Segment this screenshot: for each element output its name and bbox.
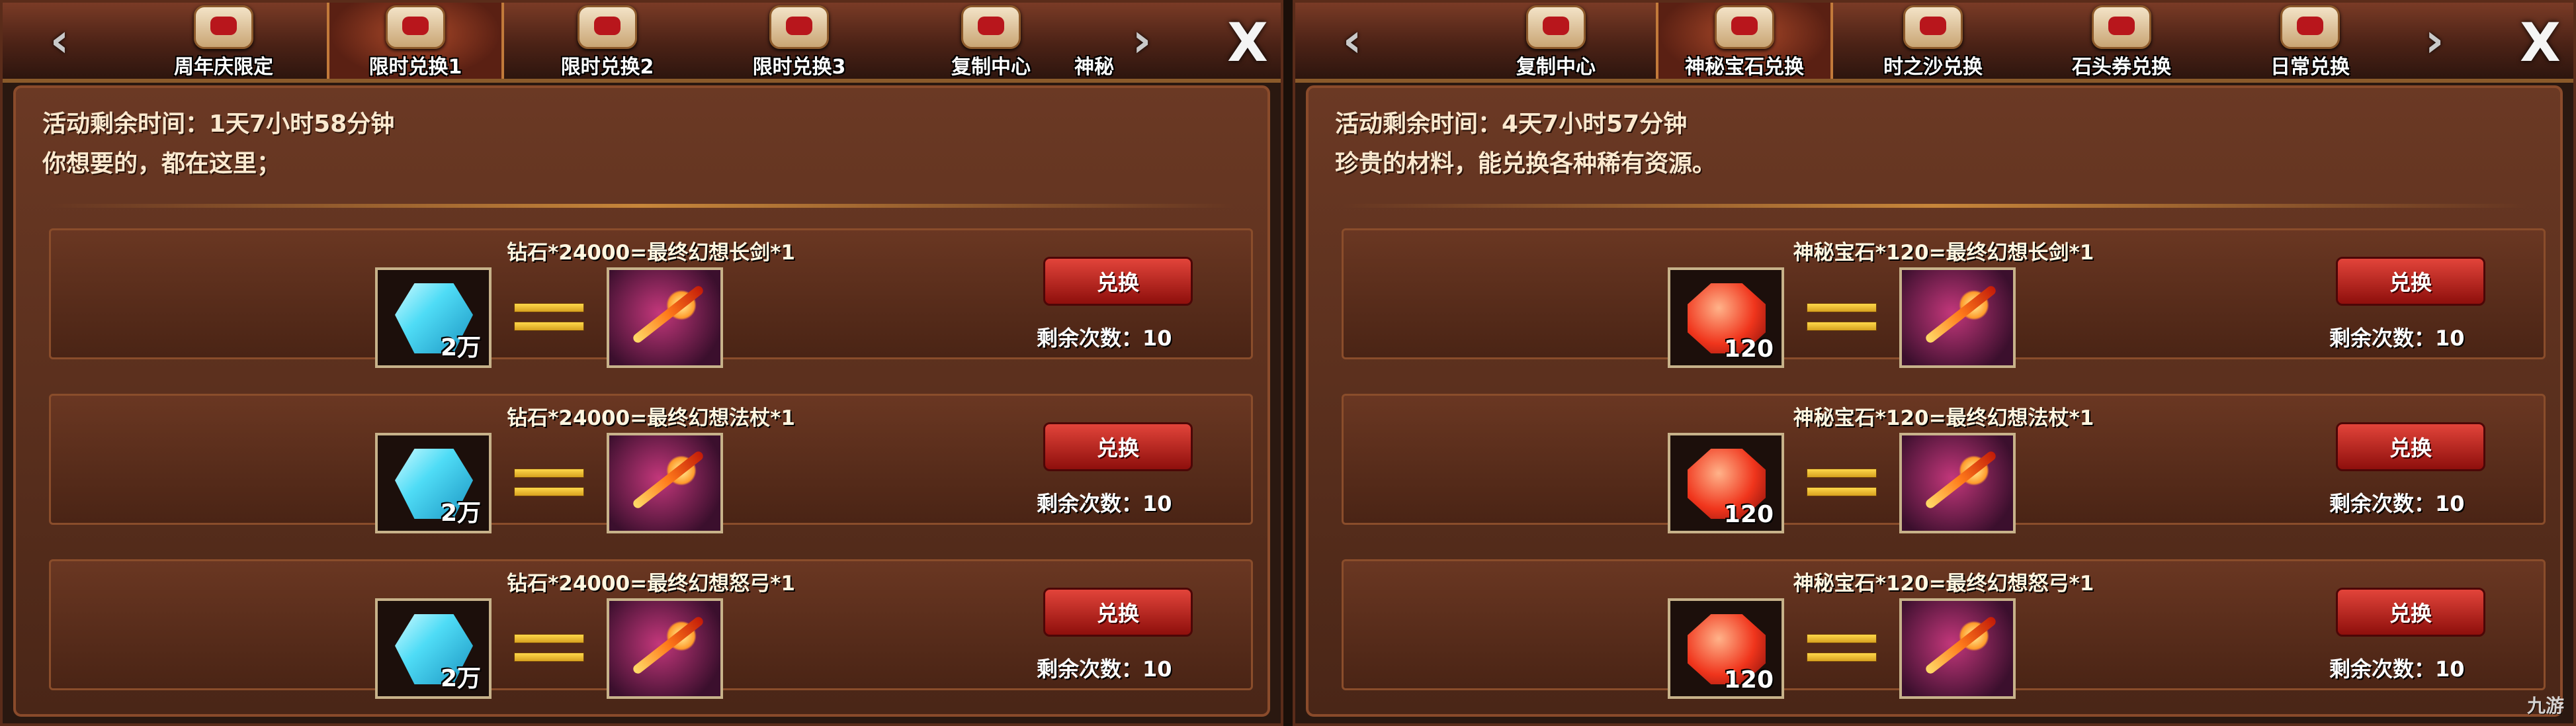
close-icon[interactable]: X [1217,12,1278,73]
prev-arrow-icon[interactable]: ‹ [1331,12,1373,69]
tab-label: 复制中心 [951,56,1031,79]
exchange-content: 活动剩余时间：1天7小时58分钟 你想要的，都在这里； 钻石*24000=最终幻… [13,85,1270,717]
tab-limited-exchange-2[interactable]: 限时兑换2 [519,3,696,79]
tab-label: 神秘 [1074,56,1114,79]
equals-icon [1807,634,1877,663]
next-arrow-icon[interactable]: › [2413,12,2456,69]
remaining-count: 剩余次数：10 [1037,491,1172,516]
equals-icon [514,634,584,663]
sword-icon[interactable] [1899,267,2016,368]
close-icon[interactable]: X [2510,12,2571,73]
bow-icon[interactable] [1899,598,2016,699]
equals-icon [514,303,584,332]
tab-copy-center[interactable]: 复制中心 [902,3,1080,79]
tab-limited-exchange-3[interactable]: 限时兑换3 [710,3,888,79]
tab-bar: ‹ 复制中心 神秘宝石兑换 时之沙兑换 石头券兑换 日常兑换 › X [1295,3,2573,83]
scroll-icon [2092,5,2151,49]
bow-icon[interactable] [607,598,723,699]
cost-quantity: 2万 [440,665,481,692]
cost-quantity: 2万 [440,500,481,527]
tab-daily-exchange[interactable]: 日常兑换 [2221,3,2399,79]
exchange-panel-right: ‹ 复制中心 神秘宝石兑换 时之沙兑换 石头券兑换 日常兑换 › X 活动剩余时… [1293,0,2576,726]
scroll-icon [1715,5,1774,49]
tab-label: 复制中心 [1516,56,1596,79]
exchange-row: 钻石*24000=最终幻想法杖*1 2万 兑换 剩余次数：10 [49,394,1253,533]
tab-anniversary[interactable]: 周年庆限定 [135,3,312,79]
next-arrow-icon[interactable]: › [1121,12,1163,69]
tab-label: 周年庆限定 [174,56,273,79]
scroll-icon [961,5,1021,49]
scroll-icon [194,5,253,49]
scroll-icon [769,5,829,49]
mystery-gem-icon[interactable]: 120 [1668,598,1784,699]
scroll-icon [578,5,637,49]
remaining-count: 剩余次数：10 [2329,326,2465,351]
equals-icon [514,469,584,498]
remaining-count: 剩余次数：10 [2329,491,2465,516]
sword-icon[interactable] [607,267,723,368]
exchange-button[interactable]: 兑换 [1043,588,1193,637]
tab-label: 限时兑换1 [368,56,462,79]
ornament-divider [1342,204,2527,208]
exchange-row: 神秘宝石*120=最终幻想怒弓*1 120 兑换 剩余次数：10 [1342,559,2546,699]
description: 珍贵的材料，能兑换各种稀有资源。 [1335,150,1717,177]
tab-bar: ‹ 周年庆限定 限时兑换1 限时兑换2 限时兑换3 复制中心 神秘 › X [3,3,1281,83]
prev-arrow-icon[interactable]: ‹ [38,12,81,69]
equals-icon [1807,303,1877,332]
scroll-icon [386,5,445,49]
ornament-divider [49,204,1234,208]
exchange-row: 神秘宝石*120=最终幻想长剑*1 120 兑换 剩余次数：10 [1342,228,2546,368]
exchange-content: 活动剩余时间：4天7小时57分钟 珍贵的材料，能兑换各种稀有资源。 神秘宝石*1… [1306,85,2563,717]
tab-label: 日常兑换 [2270,56,2350,79]
scroll-icon [1903,5,1963,49]
scroll-icon [1526,5,1586,49]
cost-quantity: 120 [1723,501,1774,528]
staff-icon[interactable] [1899,433,2016,533]
time-remaining: 活动剩余时间：4天7小时57分钟 [1335,111,1688,138]
tab-time-sand-exchange[interactable]: 时之沙兑换 [1844,3,2022,79]
diamond-icon[interactable]: 2万 [375,433,492,533]
exchange-row: 钻石*24000=最终幻想长剑*1 2万 兑换 剩余次数：10 [49,228,1253,368]
exchange-button[interactable]: 兑换 [1043,257,1193,306]
remaining-count: 剩余次数：10 [2329,657,2465,682]
exchange-row: 神秘宝石*120=最终幻想法杖*1 120 兑换 剩余次数：10 [1342,394,2546,533]
tab-label: 神秘宝石兑换 [1685,56,1804,79]
remaining-count: 剩余次数：10 [1037,657,1172,682]
tab-mystery-partial[interactable]: 神秘 [1068,3,1121,79]
equals-icon [1807,469,1877,498]
exchange-button[interactable]: 兑换 [2336,257,2485,306]
exchange-button[interactable]: 兑换 [2336,422,2485,471]
scroll-icon [2280,5,2340,49]
tab-copy-center[interactable]: 复制中心 [1467,3,1645,79]
staff-icon[interactable] [607,433,723,533]
exchange-button[interactable]: 兑换 [2336,588,2485,637]
tab-stone-ticket-exchange[interactable]: 石头券兑换 [2033,3,2210,79]
tab-label: 石头券兑换 [2072,56,2171,79]
cost-quantity: 120 [1723,336,1774,363]
time-remaining: 活动剩余时间：1天7小时58分钟 [42,111,395,138]
mystery-gem-icon[interactable]: 120 [1668,267,1784,368]
cost-quantity: 2万 [440,334,481,361]
diamond-icon[interactable]: 2万 [375,598,492,699]
tab-label: 时之沙兑换 [1883,56,1983,79]
tab-mystery-gem-exchange[interactable]: 神秘宝石兑换 [1656,3,1833,79]
diamond-icon[interactable]: 2万 [375,267,492,368]
exchange-row: 钻石*24000=最终幻想怒弓*1 2万 兑换 剩余次数：10 [49,559,1253,699]
tab-limited-exchange-1[interactable]: 限时兑换1 [327,3,504,79]
description: 你想要的，都在这里； [42,150,281,177]
exchange-button[interactable]: 兑换 [1043,422,1193,471]
watermark-logo: 九游 [2526,695,2564,717]
remaining-count: 剩余次数：10 [1037,326,1172,351]
cost-quantity: 120 [1723,666,1774,694]
exchange-panel-left: ‹ 周年庆限定 限时兑换1 限时兑换2 限时兑换3 复制中心 神秘 › X 活动… [0,0,1283,726]
mystery-gem-icon[interactable]: 120 [1668,433,1784,533]
tab-label: 限时兑换2 [560,56,654,79]
tab-label: 限时兑换3 [752,56,846,79]
